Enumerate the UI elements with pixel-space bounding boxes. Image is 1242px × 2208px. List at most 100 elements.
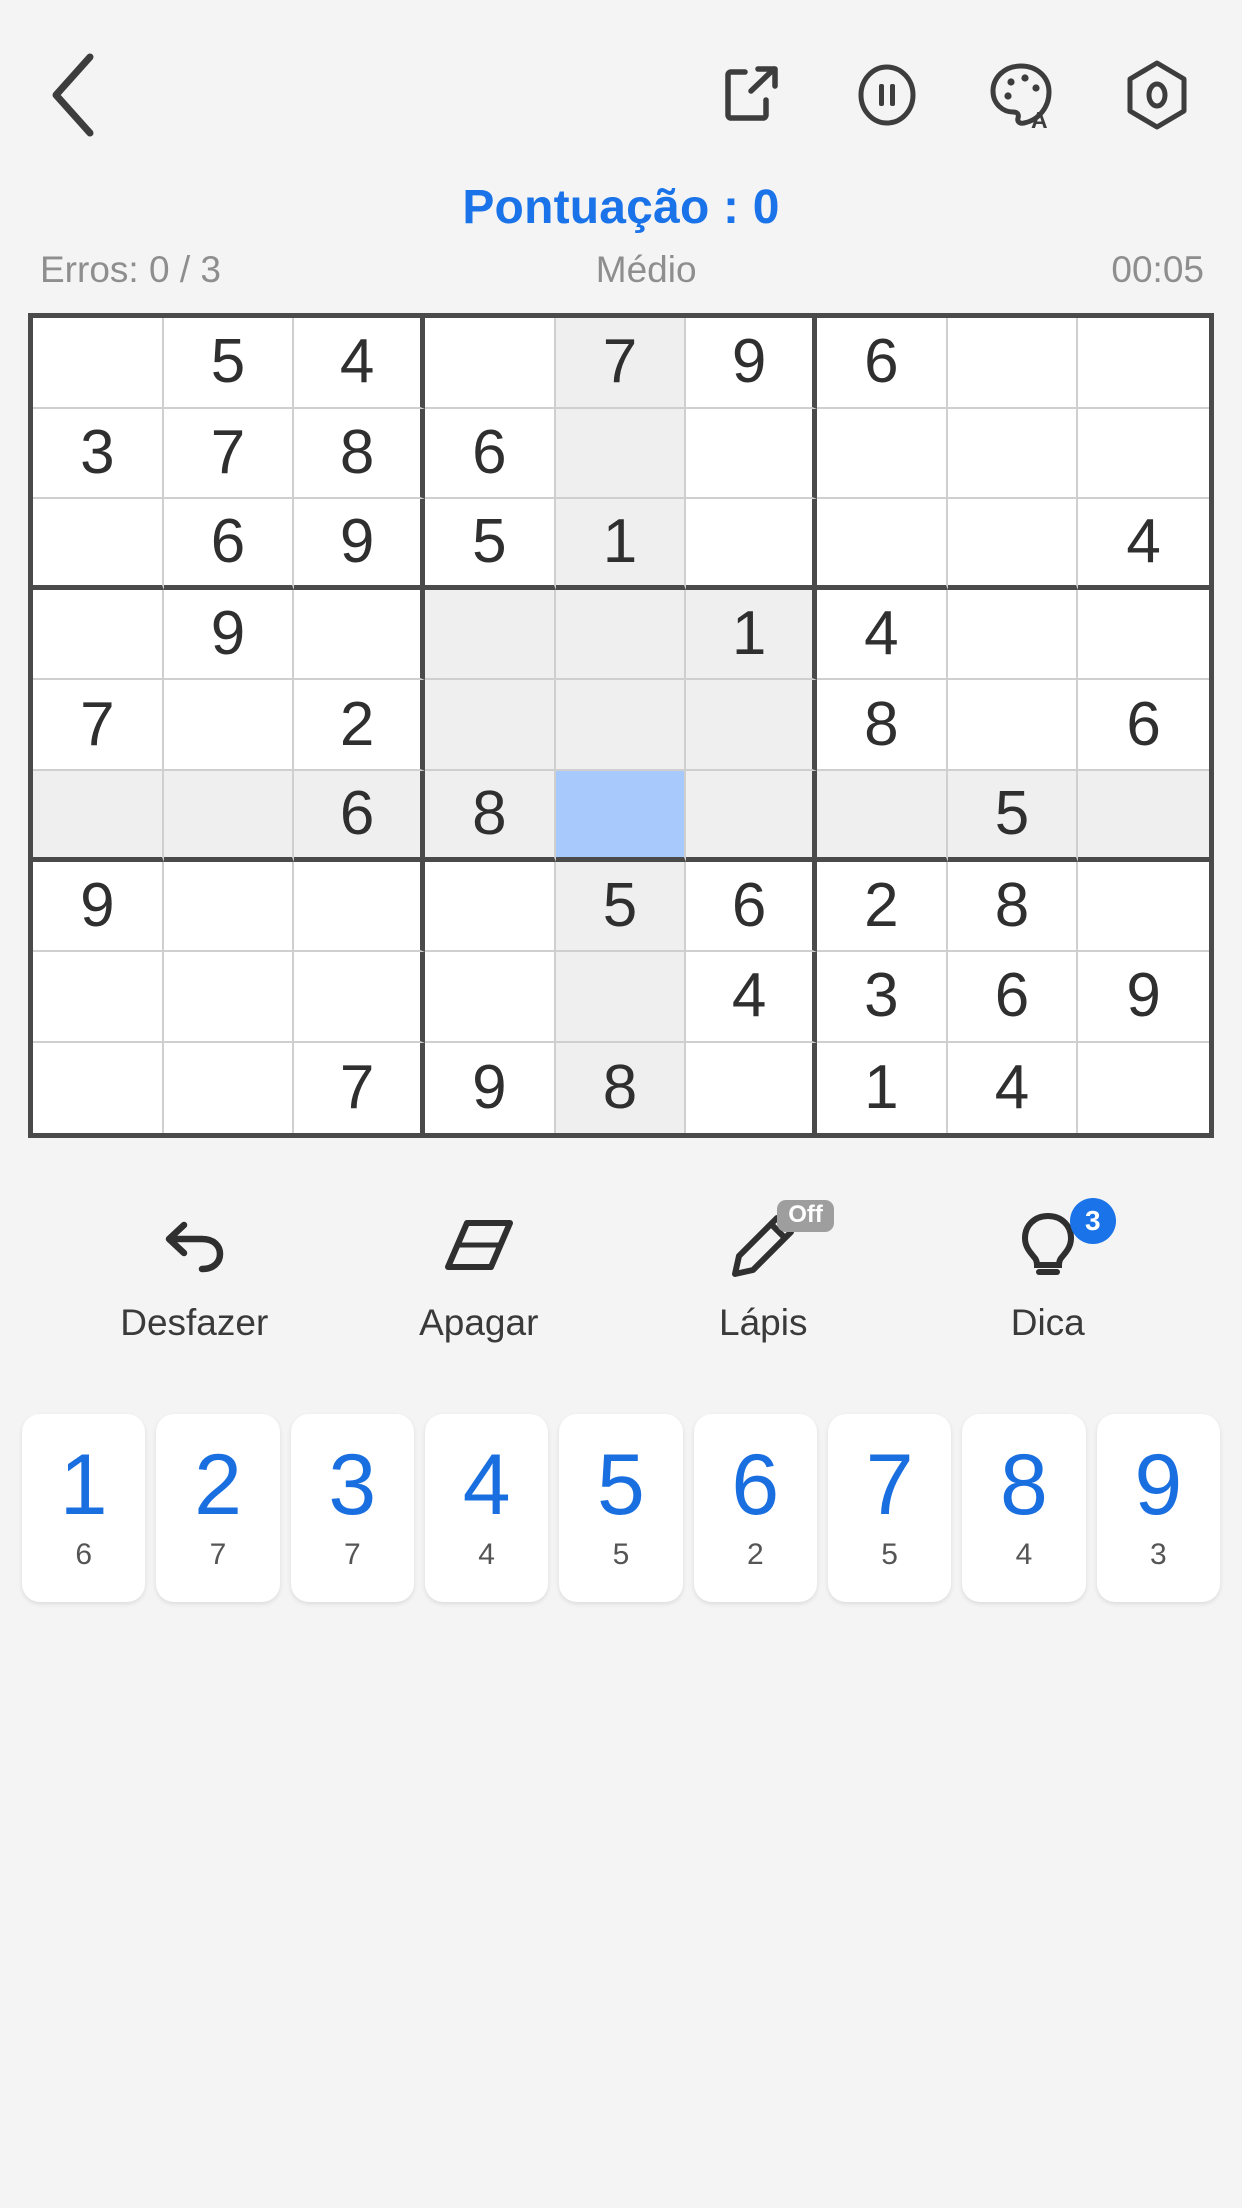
sudoku-cell[interactable]: [1078, 861, 1209, 953]
sudoku-cell[interactable]: [33, 499, 164, 590]
sudoku-cell[interactable]: 9: [686, 318, 817, 409]
sudoku-cell[interactable]: 7: [33, 680, 164, 771]
sudoku-cell[interactable]: [555, 589, 687, 681]
sudoku-cell[interactable]: 9: [163, 589, 295, 681]
erase-button[interactable]: Apagar: [379, 1204, 579, 1344]
sudoku-cell[interactable]: 5: [425, 499, 556, 590]
sudoku-cell[interactable]: 4: [294, 318, 425, 409]
sudoku-cell[interactable]: [294, 589, 425, 681]
sudoku-cell[interactable]: [163, 1042, 295, 1134]
sudoku-cell[interactable]: [555, 680, 687, 771]
sudoku-cell[interactable]: 5: [163, 318, 295, 409]
sudoku-cell[interactable]: 9: [33, 861, 164, 953]
sudoku-cell[interactable]: 3: [817, 952, 948, 1043]
number-key-3[interactable]: 37: [290, 1414, 414, 1603]
sudoku-cell[interactable]: [33, 770, 164, 862]
sudoku-cell[interactable]: 5: [947, 770, 1079, 862]
sudoku-cell[interactable]: 7: [555, 318, 687, 409]
sudoku-cell[interactable]: [817, 499, 948, 590]
sudoku-cell[interactable]: 4: [947, 1042, 1079, 1134]
sudoku-cell[interactable]: [947, 680, 1079, 771]
sudoku-cell[interactable]: [425, 680, 556, 771]
number-key-7[interactable]: 75: [827, 1414, 952, 1603]
sudoku-cell[interactable]: [1078, 408, 1209, 500]
number-key-6[interactable]: 62: [693, 1414, 817, 1603]
settings-button[interactable]: [1120, 58, 1194, 132]
sudoku-cell[interactable]: 1: [686, 589, 817, 681]
sudoku-cell[interactable]: 5: [555, 861, 687, 953]
sudoku-cell[interactable]: [947, 499, 1079, 590]
sudoku-cell[interactable]: [33, 589, 164, 681]
sudoku-cell[interactable]: 7: [163, 408, 295, 500]
sudoku-cell[interactable]: 9: [1078, 952, 1209, 1043]
sudoku-cell[interactable]: 6: [947, 952, 1079, 1043]
sudoku-cell[interactable]: [425, 589, 556, 681]
sudoku-cell[interactable]: [947, 408, 1079, 500]
sudoku-cell[interactable]: [947, 589, 1079, 681]
sudoku-cell[interactable]: 2: [294, 680, 425, 771]
sudoku-cell[interactable]: [555, 952, 687, 1043]
undo-button[interactable]: Desfazer: [94, 1204, 294, 1344]
sudoku-cell[interactable]: 4: [817, 589, 948, 681]
sudoku-cell[interactable]: [1078, 318, 1209, 409]
sudoku-cell[interactable]: 6: [686, 861, 817, 953]
sudoku-cell[interactable]: [33, 318, 164, 409]
sudoku-cell[interactable]: 6: [425, 408, 556, 500]
sudoku-cell[interactable]: [947, 318, 1079, 409]
sudoku-cell[interactable]: 6: [294, 770, 425, 862]
sudoku-cell[interactable]: [294, 952, 425, 1043]
sudoku-cell[interactable]: [1078, 589, 1209, 681]
sudoku-cell[interactable]: [817, 770, 948, 862]
number-key-2[interactable]: 27: [156, 1414, 280, 1603]
sudoku-cell[interactable]: 6: [1078, 680, 1209, 771]
number-key-1[interactable]: 16: [22, 1414, 146, 1603]
hint-button[interactable]: 3 Dica: [948, 1198, 1148, 1344]
sudoku-cell[interactable]: 4: [1078, 499, 1209, 590]
number-key-8[interactable]: 84: [962, 1414, 1086, 1603]
pause-button[interactable]: [850, 58, 924, 132]
sudoku-cell[interactable]: [425, 318, 556, 409]
sudoku-cell[interactable]: [686, 680, 817, 771]
sudoku-cell[interactable]: 8: [294, 408, 425, 500]
sudoku-cell[interactable]: 6: [163, 499, 295, 590]
sudoku-cell[interactable]: [33, 952, 164, 1043]
number-key-4[interactable]: 44: [424, 1414, 549, 1603]
sudoku-cell[interactable]: [1078, 1042, 1209, 1134]
sudoku-cell[interactable]: [425, 861, 556, 953]
sudoku-cell[interactable]: 3: [33, 408, 164, 500]
sudoku-cell[interactable]: [1078, 770, 1209, 862]
sudoku-cell[interactable]: 4: [686, 952, 817, 1043]
sudoku-cell[interactable]: 1: [555, 499, 687, 590]
theme-button[interactable]: A: [985, 58, 1059, 132]
back-button[interactable]: [46, 51, 120, 139]
sudoku-cell[interactable]: 8: [947, 861, 1079, 953]
sudoku-cell[interactable]: 8: [555, 1042, 687, 1134]
sudoku-cell[interactable]: 6: [817, 318, 948, 409]
sudoku-cell[interactable]: 8: [817, 680, 948, 771]
sudoku-cell[interactable]: [686, 408, 817, 500]
sudoku-cell[interactable]: [555, 408, 687, 500]
sudoku-cell[interactable]: 9: [425, 1042, 556, 1134]
share-button[interactable]: [715, 58, 789, 132]
sudoku-cell[interactable]: [817, 408, 948, 500]
sudoku-cell[interactable]: [425, 952, 556, 1043]
sudoku-cell[interactable]: [294, 861, 425, 953]
sudoku-cell[interactable]: [686, 1042, 817, 1134]
sudoku-grid[interactable]: 54796378669514914728668595628436979814: [28, 313, 1214, 1139]
sudoku-cell[interactable]: [686, 499, 817, 590]
number-key-5[interactable]: 55: [559, 1414, 683, 1603]
sudoku-cell[interactable]: 8: [425, 770, 556, 862]
sudoku-cell[interactable]: 7: [294, 1042, 425, 1134]
sudoku-cell[interactable]: [163, 770, 295, 862]
sudoku-cell[interactable]: [163, 680, 295, 771]
sudoku-cell[interactable]: [163, 861, 295, 953]
sudoku-cell[interactable]: 9: [294, 499, 425, 590]
sudoku-cell[interactable]: [686, 770, 817, 862]
sudoku-cell[interactable]: [163, 952, 295, 1043]
number-key-9[interactable]: 93: [1096, 1414, 1220, 1603]
sudoku-cell-selected[interactable]: [555, 770, 687, 862]
sudoku-cell[interactable]: 1: [817, 1042, 948, 1134]
pencil-button[interactable]: Off Lápis: [663, 1200, 863, 1344]
sudoku-cell[interactable]: 2: [817, 861, 948, 953]
sudoku-cell[interactable]: [33, 1042, 164, 1134]
